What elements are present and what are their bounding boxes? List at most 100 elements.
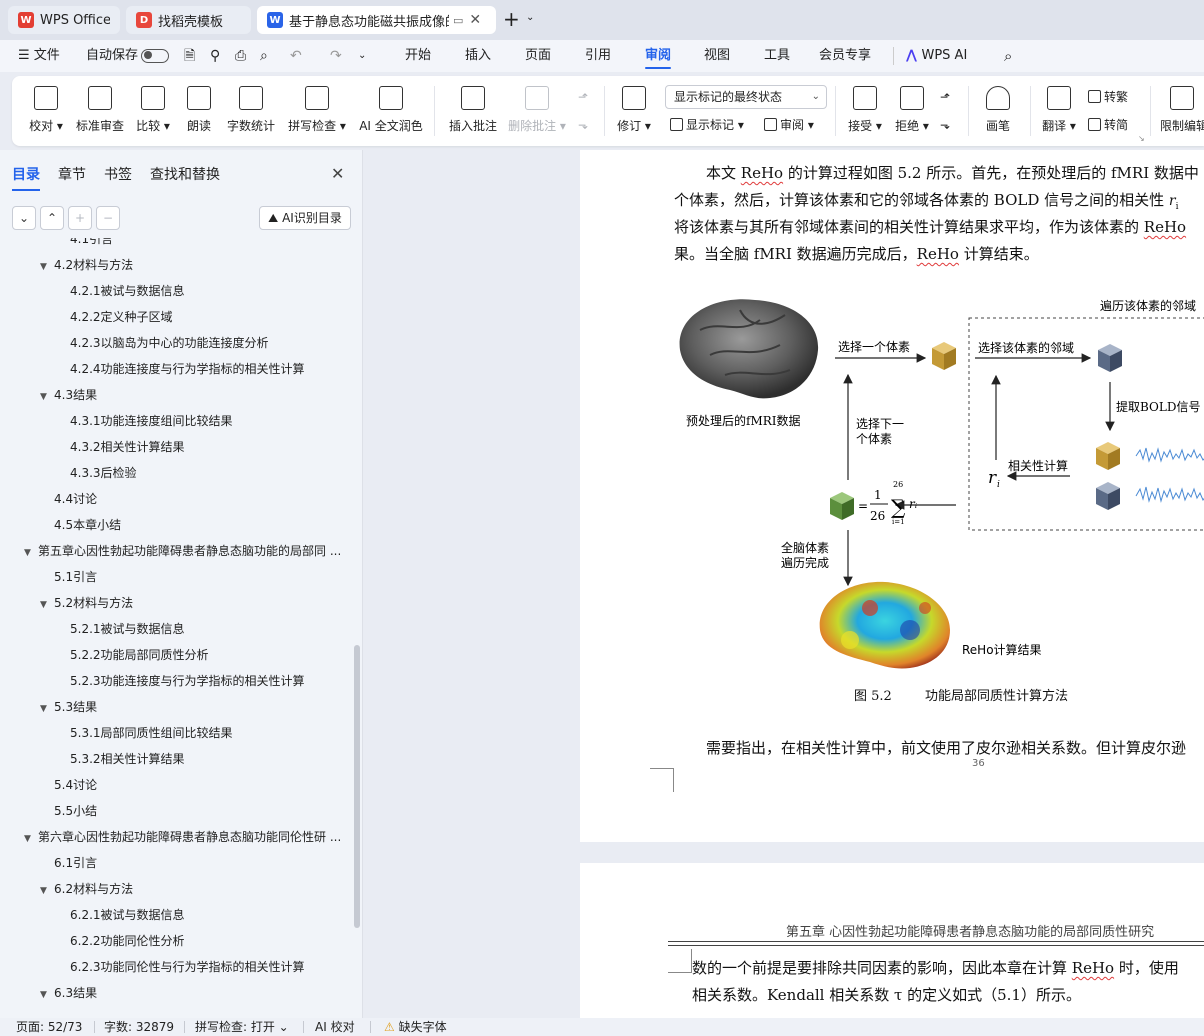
insert-comment-button[interactable]: 插入批注 xyxy=(446,76,500,146)
menu-home[interactable]: 开始 xyxy=(405,40,431,72)
tab-docer-templates[interactable]: D 找稻壳模板 xyxy=(126,6,251,34)
tab-wps-office[interactable]: W WPS Office xyxy=(8,6,120,34)
menu-tools[interactable]: 工具 xyxy=(764,40,790,72)
panel-tab-find-replace[interactable]: 查找和替换 xyxy=(150,164,220,184)
next-change-icon[interactable]: ⬎ xyxy=(940,114,950,136)
toc-item[interactable]: 4.2.3以脑岛为中心的功能连接度分析 xyxy=(70,332,352,354)
read-aloud-button[interactable]: 朗读 xyxy=(182,76,216,146)
collapse-triangle-icon[interactable]: ▼ xyxy=(40,386,54,406)
toc-item[interactable]: 4.2.4功能连接度与行为学指标的相关性计算 xyxy=(70,358,352,380)
toc-item[interactable]: ▼ 第六章心因性勃起功能障碍患者静息态脑功能同伦性研 ... xyxy=(24,826,340,848)
menu-page[interactable]: 页面 xyxy=(525,40,551,72)
close-tab-icon[interactable]: ✕ xyxy=(469,12,481,28)
ribbon-expand-icon[interactable]: ↘ xyxy=(1138,134,1145,143)
toc-item[interactable]: 4.3.2相关性计算结果 xyxy=(70,436,352,458)
collapse-triangle-icon[interactable]: ▼ xyxy=(40,698,54,718)
toc-item[interactable]: ▼ 4.2材料与方法 xyxy=(40,254,340,276)
menu-member[interactable]: 会员专享 xyxy=(819,40,871,72)
to-traditional-button[interactable]: 转繁 xyxy=(1088,86,1128,108)
toc-item[interactable]: 5.2.1被试与数据信息 xyxy=(70,618,352,640)
print-icon[interactable]: ⎙ xyxy=(235,40,246,72)
toc-item[interactable]: 5.5小结 xyxy=(54,800,352,822)
toc-item[interactable]: 5.2.3功能连接度与行为学指标的相关性计算 xyxy=(70,670,352,692)
panel-tab-toc[interactable]: 目录 xyxy=(12,164,40,191)
toc-item[interactable]: ▼ 5.3结果 xyxy=(40,696,340,718)
menu-insert[interactable]: 插入 xyxy=(465,40,491,72)
search-icon[interactable]: ⌕ xyxy=(1004,40,1012,72)
toc-item[interactable]: 6.2.1被试与数据信息 xyxy=(70,904,352,926)
toc-item[interactable]: 5.3.2相关性计算结果 xyxy=(70,748,352,770)
file-menu[interactable]: ☰ 文件 xyxy=(18,40,60,72)
translate-button[interactable]: 翻译 ▾ xyxy=(1038,76,1080,146)
save-icon[interactable]: 🗎 xyxy=(184,40,195,72)
previous-comment-icon[interactable]: ⬏ xyxy=(578,86,588,108)
toc-item[interactable]: 4.3.3后检验 xyxy=(70,462,352,484)
accept-button[interactable]: 接受 ▾ xyxy=(844,76,886,146)
document-page[interactable]: 第五章 心因性勃起功能障碍患者静息态脑功能的局部同质性研究 数的一个前提是要排除… xyxy=(580,863,1204,1018)
previous-change-icon[interactable]: ⬏ xyxy=(940,86,950,108)
toc-item[interactable]: ▼ 6.3结果 xyxy=(40,982,340,1004)
new-tab-icon[interactable]: + xyxy=(503,8,520,30)
undo-icon[interactable]: ↶ xyxy=(290,40,302,72)
pen-button[interactable]: 画笔 xyxy=(980,76,1016,146)
to-simplified-button[interactable]: 转简 xyxy=(1088,114,1128,136)
tab-list-chevron-icon[interactable]: ⌄ xyxy=(526,12,534,23)
review-pane-button[interactable]: 审阅 ▾ xyxy=(764,114,814,136)
print-preview-icon[interactable]: ⌕ xyxy=(260,40,268,72)
tab-document[interactable]: W 基于静息态功能磁共振成像的 ▭ ✕ xyxy=(257,6,496,34)
toc-item[interactable]: ▼ 6.2材料与方法 xyxy=(40,878,340,900)
toc-item[interactable]: 4.5本章小结 xyxy=(54,514,352,536)
toc-item[interactable]: 5.1引言 xyxy=(54,566,352,588)
spell-check-button[interactable]: 拼写检查 ▾ xyxy=(286,76,348,146)
word-count-indicator[interactable]: 字数: 32879 xyxy=(104,1018,174,1036)
markup-mode-select[interactable]: 显示标记的最终状态 ⌄ xyxy=(665,85,827,109)
track-changes-button[interactable]: 修订 ▾ xyxy=(612,76,656,146)
collapse-triangle-icon[interactable]: ▼ xyxy=(40,880,54,900)
more-chevron-icon[interactable]: ⌄ xyxy=(358,40,366,72)
toc-item[interactable]: 6.1引言 xyxy=(54,852,352,874)
toc-item[interactable]: 4.2.1被试与数据信息 xyxy=(70,280,352,302)
autosave-toggle[interactable] xyxy=(141,40,169,72)
toc-item[interactable]: 4.2.2定义种子区域 xyxy=(70,306,352,328)
delete-comment-button[interactable]: 删除批注 ▾ xyxy=(506,76,568,146)
close-panel-icon[interactable]: ✕ xyxy=(331,164,344,183)
collapse-triangle-icon[interactable]: ▼ xyxy=(40,256,54,276)
restrict-editing-button[interactable]: 限制编辑 xyxy=(1160,76,1204,146)
collapse-triangle-icon[interactable]: ▼ xyxy=(40,594,54,614)
menu-references[interactable]: 引用 xyxy=(585,40,611,72)
spell-check-status[interactable]: 拼写检查: 打开 ⌄ xyxy=(195,1018,289,1036)
toc-item[interactable]: 4.1引言 xyxy=(70,238,352,250)
collapse-triangle-icon[interactable]: ▼ xyxy=(40,984,54,1004)
reject-button[interactable]: 拒绝 ▾ xyxy=(892,76,932,146)
expand-all-icon[interactable]: ⌄ xyxy=(12,206,36,230)
show-markup-button[interactable]: 显示标记 ▾ xyxy=(670,114,744,136)
remove-level-icon[interactable]: − xyxy=(96,206,120,230)
share-icon[interactable]: ⚲ xyxy=(210,40,220,72)
toc-item[interactable]: ▼ 第五章心因性勃起功能障碍患者静息态脑功能的局部同 ... xyxy=(24,540,340,562)
ai-proofread-status[interactable]: AI 校对 xyxy=(315,1018,355,1036)
collapse-icon[interactable]: ⌃ xyxy=(40,206,64,230)
redo-icon[interactable]: ↷ xyxy=(330,40,342,72)
toc-item[interactable]: 5.3.1局部同质性组间比较结果 xyxy=(70,722,352,744)
compare-button[interactable]: 比较 ▾ xyxy=(132,76,174,146)
ai-toc-button[interactable]: ⛰ AI识别目录 xyxy=(259,206,351,230)
toc-item[interactable]: ▼ 5.2材料与方法 xyxy=(40,592,340,614)
collapse-triangle-icon[interactable]: ▼ xyxy=(24,828,38,848)
add-level-icon[interactable]: + xyxy=(68,206,92,230)
panel-tab-sections[interactable]: 章节 xyxy=(58,164,86,184)
missing-font-status[interactable]: ⚠ 缺失字体 xyxy=(384,1018,447,1036)
panel-tab-bookmarks[interactable]: 书签 xyxy=(104,164,132,184)
next-comment-icon[interactable]: ⬎ xyxy=(578,114,588,136)
proofread-button[interactable]: 校对 ▾ xyxy=(26,76,66,146)
menu-view[interactable]: 视图 xyxy=(704,40,730,72)
toc-item[interactable]: 6.2.2功能同伦性分析 xyxy=(70,930,352,952)
menu-wps-ai[interactable]: ⋀ WPS AI xyxy=(906,40,967,72)
collapse-triangle-icon[interactable]: ▼ xyxy=(24,542,38,562)
toc-item[interactable]: 6.2.3功能同伦性与行为学指标的相关性计算 xyxy=(70,956,352,978)
toc-item[interactable]: ▼ 4.3结果 xyxy=(40,384,340,406)
word-count-button[interactable]: 字数统计 xyxy=(224,76,278,146)
document-page[interactable]: 本文 ReHo 的计算过程如图 5.2 所示。首先，在预处理后的 fMRI 数据… xyxy=(580,150,1204,842)
toc-item[interactable]: 4.4讨论 xyxy=(54,488,352,510)
menu-review[interactable]: 审阅 xyxy=(645,40,672,72)
toc-scrollbar[interactable] xyxy=(354,645,360,928)
